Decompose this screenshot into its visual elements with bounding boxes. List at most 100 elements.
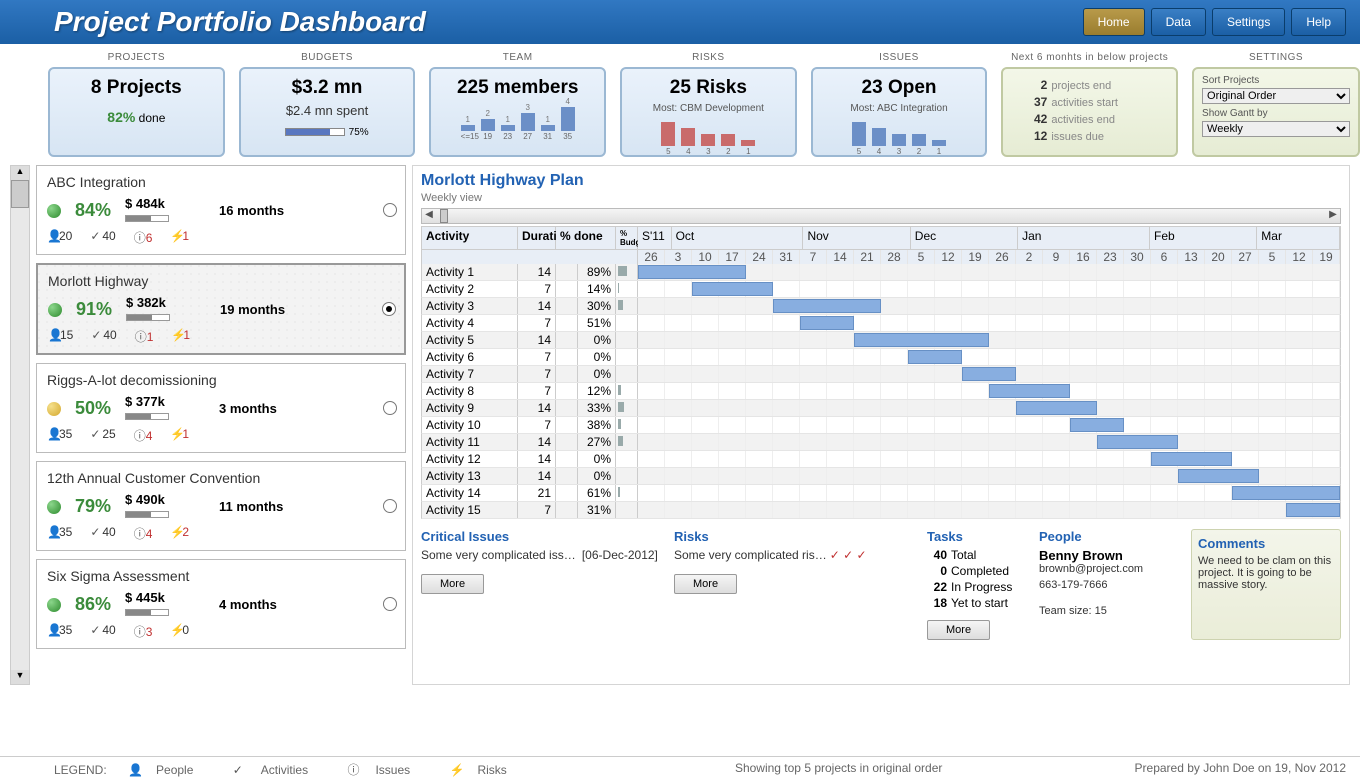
- card-settings: Sort Projects Original Order Show Gantt …: [1192, 67, 1360, 157]
- people-icon: 👤: [48, 328, 58, 342]
- project-name: Morlott Highway: [48, 273, 394, 289]
- gantt-row: Activity 4751%: [421, 315, 1341, 332]
- project-radio[interactable]: [383, 203, 397, 217]
- status-dot: [47, 500, 61, 514]
- people-icon: 👤: [128, 763, 138, 777]
- project-name: 12th Annual Customer Convention: [47, 470, 395, 486]
- check-icon: ✓: [90, 229, 100, 243]
- risks-more-button[interactable]: More: [674, 574, 737, 594]
- bolt-icon: ⚡: [171, 328, 181, 342]
- project-card[interactable]: ABC Integration84%$ 484k16 months👤20✓40ⓘ…: [36, 165, 406, 255]
- scroll-thumb[interactable]: [11, 180, 29, 208]
- comments-panel: Comments We need to be clam on this proj…: [1191, 529, 1341, 640]
- card-label-team: TEAM: [503, 52, 533, 63]
- card-upcoming[interactable]: 2projects end37activities start42activit…: [1001, 67, 1178, 157]
- info-icon: ⓘ: [134, 229, 144, 246]
- gantt-slider[interactable]: ◀ ▶: [421, 208, 1341, 224]
- tasks-panel: Tasks 40Total 0Completed 22In Progress 1…: [927, 529, 1027, 640]
- project-list: ABC Integration84%$ 484k16 months👤20✓40ⓘ…: [36, 165, 406, 685]
- gantt-row: Activity 11489%: [421, 264, 1341, 281]
- people-icon: 👤: [47, 525, 57, 539]
- bolt-icon: ⚡: [170, 427, 180, 441]
- people-icon: 👤: [47, 623, 57, 637]
- detail-panel: Morlott Highway Plan Weekly view ◀ ▶ Act…: [412, 165, 1350, 685]
- check-icon: ✓: [90, 427, 100, 441]
- project-radio[interactable]: [383, 597, 397, 611]
- status-dot: [47, 402, 61, 416]
- gantt-row: Activity 770%: [421, 366, 1341, 383]
- info-icon: ⓘ: [135, 328, 145, 345]
- slider-thumb[interactable]: [440, 209, 448, 223]
- detail-sub: Weekly view: [421, 192, 1341, 204]
- card-label-risks: RISKS: [692, 52, 725, 63]
- detail-bottom: Critical Issues Some very complicated is…: [421, 529, 1341, 640]
- project-name: Riggs-A-lot decomissioning: [47, 372, 395, 388]
- slider-right-icon[interactable]: ▶: [1326, 209, 1340, 223]
- check-icon: ✓: [91, 328, 101, 342]
- issues-more-button[interactable]: More: [421, 574, 484, 594]
- bolt-icon: ⚡: [170, 229, 180, 243]
- gantt-row: Activity 2714%: [421, 281, 1341, 298]
- header: Project Portfolio Dashboard Home Data Se…: [0, 0, 1360, 44]
- footer-right: Prepared by John Doe on 19, Nov 2012: [1135, 761, 1346, 778]
- legend: LEGEND: 👤People ✓Activities ⓘIssues ⚡Ris…: [54, 761, 543, 778]
- critical-issues: Critical Issues Some very complicated is…: [421, 529, 662, 640]
- card-label-upcoming: Next 6 monhts in below projects: [1011, 52, 1168, 63]
- nav: Home Data Settings Help: [1083, 8, 1346, 36]
- card-issues[interactable]: 23 Open Most: ABC Integration 54321: [811, 67, 988, 157]
- risks-panel: Risks Some very complicated ris… ✓ ✓ ✓ M…: [674, 529, 915, 640]
- project-card[interactable]: 12th Annual Customer Convention79%$ 490k…: [36, 461, 406, 551]
- gantt-row: Activity 13140%: [421, 468, 1341, 485]
- card-budgets[interactable]: $3.2 mn $2.4 mn spent 75%: [239, 67, 416, 157]
- info-icon: ⓘ: [134, 427, 144, 444]
- gantt-row: Activity 12140%: [421, 451, 1341, 468]
- check-icon: ✓: [90, 623, 100, 637]
- detail-title: Morlott Highway Plan: [421, 172, 1341, 190]
- people-icon: 👤: [47, 229, 57, 243]
- status-dot: [48, 303, 62, 317]
- info-icon: ⓘ: [134, 623, 144, 640]
- sort-select[interactable]: Original Order: [1202, 88, 1350, 104]
- card-label-budgets: BUDGETS: [301, 52, 353, 63]
- check-icon: ✓: [90, 525, 100, 539]
- card-label-projects: PROJECTS: [108, 52, 165, 63]
- nav-help[interactable]: Help: [1291, 8, 1346, 36]
- card-label-issues: ISSUES: [879, 52, 919, 63]
- check-icon: ✓: [233, 763, 243, 777]
- bolt-icon: ⚡: [449, 763, 459, 777]
- project-radio[interactable]: [383, 401, 397, 415]
- card-projects[interactable]: 8 Projects 82% done: [48, 67, 225, 157]
- main: ▲ ▼ ABC Integration84%$ 484k16 months👤20…: [0, 165, 1360, 685]
- gantt-row: Activity 15731%: [421, 502, 1341, 519]
- footer-center: Showing top 5 projects in original order: [735, 761, 942, 778]
- gantt-row: Activity 142161%: [421, 485, 1341, 502]
- card-label-settings: SETTINGS: [1249, 52, 1303, 63]
- gantt-select[interactable]: Weekly: [1202, 121, 1350, 137]
- nav-settings[interactable]: Settings: [1212, 8, 1285, 36]
- people-panel: People Benny Brown brownb@project.com 66…: [1039, 529, 1179, 640]
- summary-cards: PROJECTS 8 Projects 82% done BUDGETS $3.…: [0, 44, 1360, 165]
- nav-home[interactable]: Home: [1083, 8, 1145, 36]
- scroll-up-icon[interactable]: ▲: [11, 166, 29, 180]
- project-name: Six Sigma Assessment: [47, 568, 395, 584]
- scroll-down-icon[interactable]: ▼: [11, 670, 29, 684]
- project-card[interactable]: Morlott Highway91%$ 382k19 months👤15✓40ⓘ…: [36, 263, 406, 355]
- gantt-row: Activity 91433%: [421, 400, 1341, 417]
- project-name: ABC Integration: [47, 174, 395, 190]
- people-icon: 👤: [47, 427, 57, 441]
- tasks-more-button[interactable]: More: [927, 620, 990, 640]
- nav-data[interactable]: Data: [1151, 8, 1206, 36]
- gantt-row: Activity 5140%: [421, 332, 1341, 349]
- slider-left-icon[interactable]: ◀: [422, 209, 436, 223]
- project-radio[interactable]: [383, 499, 397, 513]
- footer: LEGEND: 👤People ✓Activities ⓘIssues ⚡Ris…: [0, 756, 1360, 778]
- projects-scrollbar[interactable]: ▲ ▼: [10, 165, 30, 685]
- project-card[interactable]: Riggs-A-lot decomissioning50%$ 377k3 mon…: [36, 363, 406, 453]
- status-dot: [47, 598, 61, 612]
- card-team[interactable]: 225 members 1<=15219123327131435: [429, 67, 606, 157]
- project-card[interactable]: Six Sigma Assessment86%$ 445k4 months👤35…: [36, 559, 406, 649]
- project-radio[interactable]: [382, 302, 396, 316]
- gantt-row: Activity 670%: [421, 349, 1341, 366]
- card-risks[interactable]: 25 Risks Most: CBM Development 54321: [620, 67, 797, 157]
- page-title: Project Portfolio Dashboard: [54, 6, 426, 38]
